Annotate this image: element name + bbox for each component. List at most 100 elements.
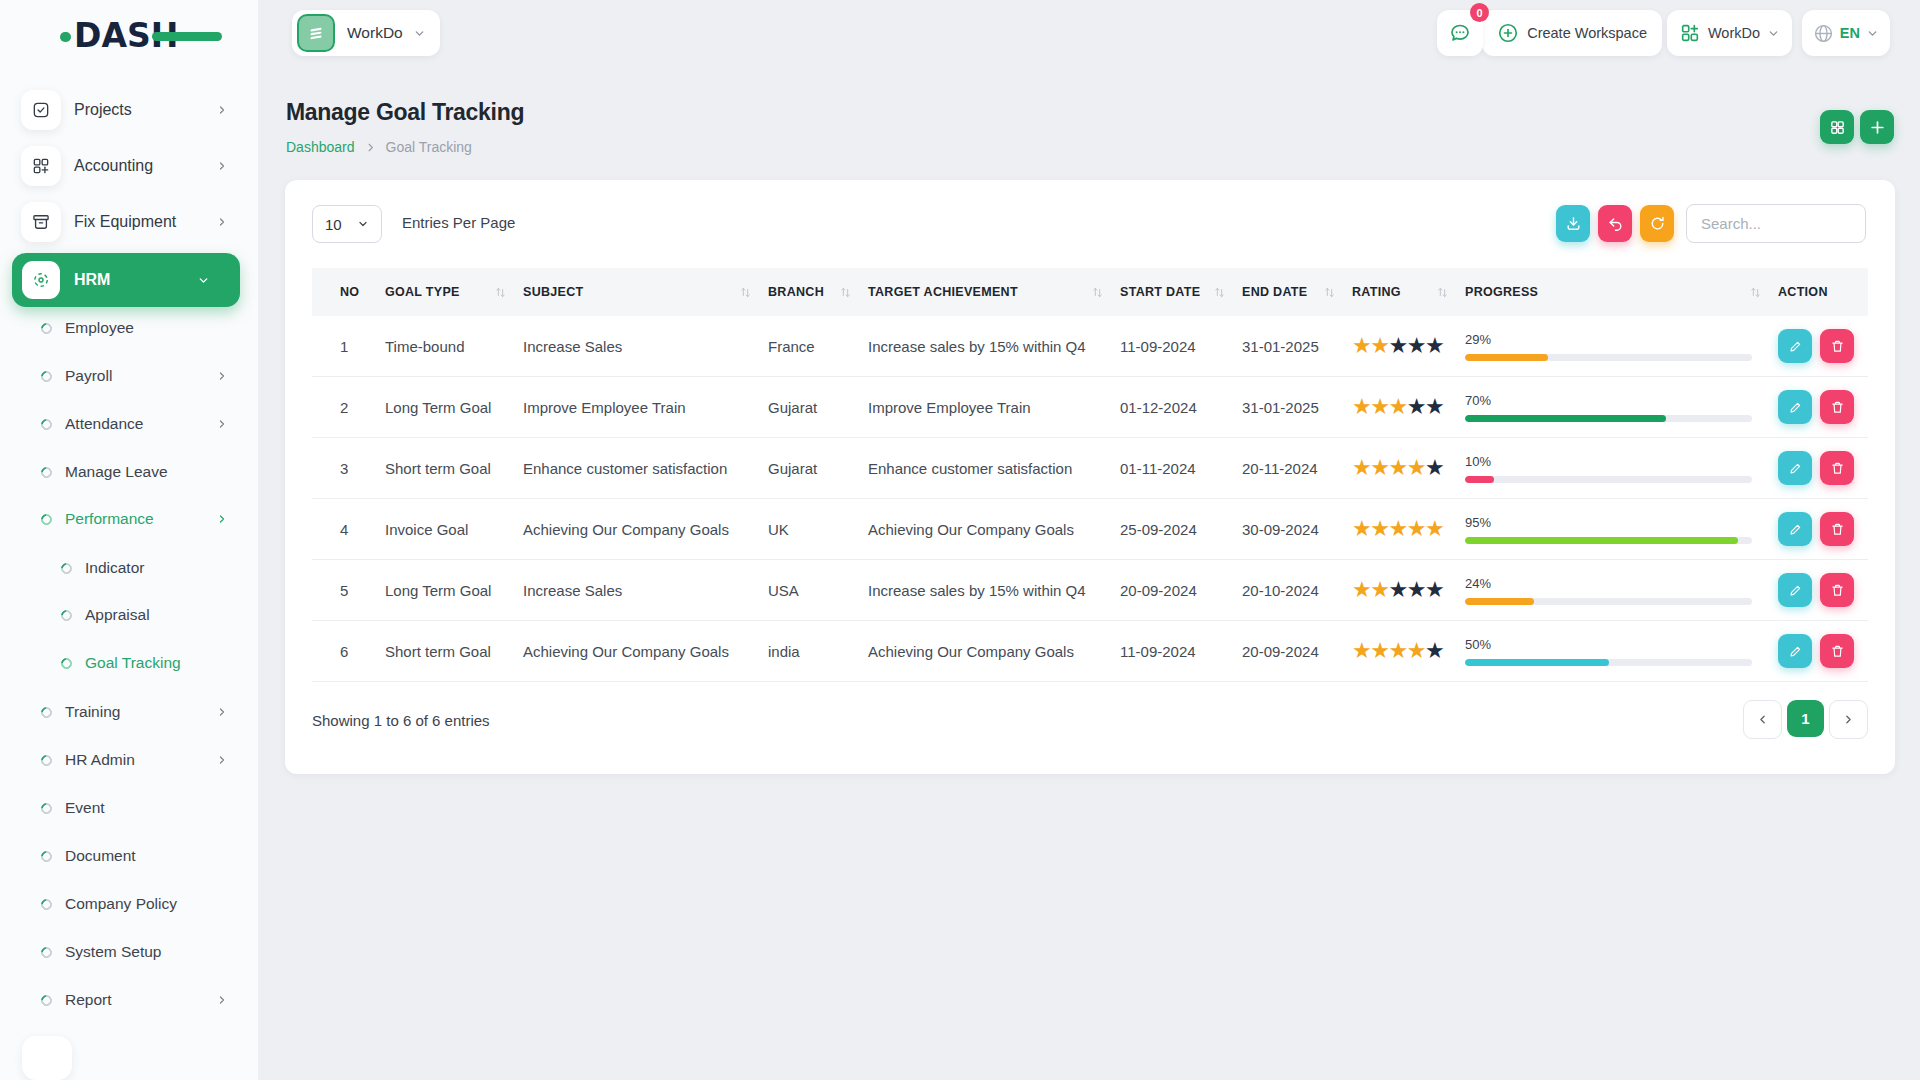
sidebar-item-hr-admin[interactable]: HR Admin	[0, 745, 258, 775]
sidebar-item-performance[interactable]: Performance	[0, 504, 258, 534]
edit-button[interactable]	[1778, 329, 1812, 363]
rating-stars: ★★★★★	[1352, 640, 1465, 662]
breadcrumb: Dashboard Goal Tracking	[286, 139, 472, 155]
cell-target: Achieving Our Company Goals	[868, 521, 1120, 538]
column-header-rating[interactable]: RATING	[1352, 285, 1465, 299]
workspace-selector[interactable]: WorkDo	[292, 10, 440, 56]
column-header-branch[interactable]: BRANCH	[768, 285, 868, 299]
cell-no: 3	[312, 460, 385, 477]
delete-button[interactable]	[1820, 634, 1854, 668]
column-header-goal-type[interactable]: GOAL TYPE	[385, 285, 523, 299]
pencil-icon	[1788, 400, 1803, 415]
progress-bar	[1465, 415, 1752, 422]
delete-button[interactable]	[1820, 451, 1854, 485]
messages-button[interactable]: 0	[1437, 10, 1483, 56]
refresh-icon	[1649, 215, 1666, 232]
entries-per-page-select[interactable]: 10	[312, 205, 382, 243]
workspace-grid-icon	[1679, 22, 1701, 44]
edit-button[interactable]	[1778, 634, 1812, 668]
export-button[interactable]	[1556, 205, 1590, 242]
cell-end-date: 31-01-2025	[1242, 338, 1352, 355]
pencil-icon	[1788, 339, 1803, 354]
bullet-icon	[39, 464, 55, 480]
sidebar-item-appraisal[interactable]: Appraisal	[0, 600, 258, 630]
edit-button[interactable]	[1778, 512, 1812, 546]
archive-icon	[21, 202, 61, 242]
next-page-button[interactable]	[1829, 700, 1868, 739]
cell-branch: Gujarat	[768, 399, 868, 416]
progress-bar	[1465, 354, 1752, 361]
trash-icon	[1830, 339, 1845, 354]
sidebar-item-report[interactable]: Report	[0, 985, 258, 1015]
cell-target: Increase sales by 15% within Q4	[868, 338, 1120, 355]
sidebar-item-employee[interactable]: Employee	[0, 313, 258, 343]
delete-button[interactable]	[1820, 512, 1854, 546]
edit-button[interactable]	[1778, 451, 1812, 485]
column-header-target-achievement[interactable]: TARGET ACHIEVEMENT	[868, 285, 1120, 299]
workspace-menu[interactable]: WorkDo	[1667, 10, 1792, 56]
goal-row-5: 5Long Term GoalIncrease SalesUSAIncrease…	[312, 560, 1868, 621]
grid-view-button[interactable]	[1820, 110, 1854, 144]
column-header-end-date[interactable]: END DATE	[1242, 285, 1352, 299]
sidebar-item-document[interactable]: Document	[0, 841, 258, 871]
delete-button[interactable]	[1820, 573, 1854, 607]
cell-progress: 50%	[1465, 637, 1778, 666]
cell-action	[1778, 451, 1868, 485]
sidebar-item-payroll[interactable]: Payroll	[0, 361, 258, 391]
sidebar-item-fix-equipment[interactable]: Fix Equipment	[0, 198, 258, 246]
tasks-icon	[21, 90, 61, 130]
previous-page-button[interactable]	[1743, 700, 1782, 739]
cell-progress: 29%	[1465, 332, 1778, 361]
sidebar-item-company-policy[interactable]: Company Policy	[0, 889, 258, 919]
sidebar-item-system-setup[interactable]: System Setup	[0, 937, 258, 967]
sidebar-item-manage-leave[interactable]: Manage Leave	[0, 457, 258, 487]
add-goal-button[interactable]	[1860, 110, 1894, 144]
cell-target: Achieving Our Company Goals	[868, 643, 1120, 660]
sidebar-item-goal-tracking[interactable]: Goal Tracking	[0, 648, 258, 678]
cell-end-date: 31-01-2025	[1242, 399, 1352, 416]
chevron-right-icon	[216, 513, 228, 525]
bullet-icon	[39, 320, 55, 336]
brand-logo[interactable]: DASH	[60, 16, 230, 60]
bullet-icon	[39, 416, 55, 432]
create-workspace-button[interactable]: Create Workspace	[1482, 10, 1662, 56]
refresh-button[interactable]	[1640, 205, 1674, 242]
chevron-right-icon	[216, 216, 228, 228]
sidebar-item-accounting[interactable]: Accounting	[0, 142, 258, 190]
grid-plus-icon	[21, 146, 61, 186]
column-header-no: NO	[312, 285, 385, 299]
search-input[interactable]	[1686, 204, 1866, 243]
grid-icon	[1829, 119, 1846, 136]
delete-button[interactable]	[1820, 329, 1854, 363]
bullet-icon	[39, 896, 55, 912]
undo-icon	[1607, 215, 1624, 232]
edit-button[interactable]	[1778, 390, 1812, 424]
breadcrumb-dashboard-link[interactable]: Dashboard	[286, 139, 355, 155]
sidebar-item-attendance[interactable]: Attendance	[0, 409, 258, 439]
sidebar-item-projects[interactable]: Projects	[0, 86, 258, 134]
page-1-button[interactable]: 1	[1787, 700, 1824, 737]
bullet-icon	[39, 848, 55, 864]
sidebar-item-training[interactable]: Training	[0, 697, 258, 727]
chevron-right-icon	[365, 142, 376, 153]
chevron-right-icon	[216, 754, 228, 766]
column-header-progress[interactable]: PROGRESS	[1465, 285, 1778, 299]
sidebar-item-hrm[interactable]: HRM	[12, 253, 240, 307]
language-selector[interactable]: EN	[1802, 10, 1890, 56]
cell-progress: 24%	[1465, 576, 1778, 605]
workspace-menu-label: WorkDo	[1708, 25, 1760, 41]
delete-button[interactable]	[1820, 390, 1854, 424]
sort-icon	[1323, 286, 1336, 299]
cell-start-date: 11-09-2024	[1120, 338, 1242, 355]
chat-badge: 0	[1470, 3, 1489, 22]
cell-target: Increase sales by 15% within Q4	[868, 582, 1120, 599]
sidebar-item-event[interactable]: Event	[0, 793, 258, 823]
sidebar-item-indicator[interactable]: Indicator	[0, 553, 258, 583]
undo-button[interactable]	[1598, 205, 1632, 242]
edit-button[interactable]	[1778, 573, 1812, 607]
screen: DASH Projects Accounting Fix Equipment HRM E…	[0, 0, 1920, 1080]
logo-bar-icon	[152, 32, 222, 41]
cell-start-date: 20-09-2024	[1120, 582, 1242, 599]
column-header-start-date[interactable]: START DATE	[1120, 285, 1242, 299]
column-header-subject[interactable]: SUBJECT	[523, 285, 768, 299]
